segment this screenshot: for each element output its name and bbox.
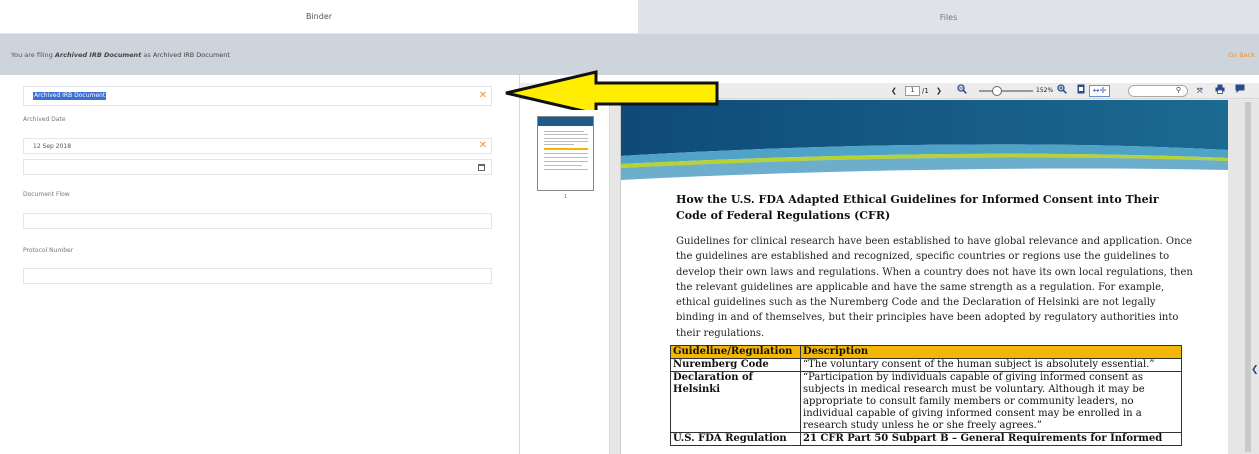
table-cell: “The voluntary consent of the human subj… <box>800 358 1182 372</box>
protocol-number-label: Protocol Number <box>23 247 74 254</box>
app-root: Binder Files You are filing Archived IRB… <box>0 0 1259 454</box>
filing-message: You are filing Archived IRB Document as … <box>11 51 230 59</box>
thumbnail-line <box>544 131 584 132</box>
archived-date-label: Archived Date <box>23 116 66 123</box>
thumbnail-header <box>538 117 593 126</box>
thumbnail-line <box>544 144 574 145</box>
page-header-banner <box>621 100 1228 185</box>
archived-date-value: 12 Sep 2018 <box>33 143 72 150</box>
thumbnail-line <box>544 157 588 158</box>
document-flow-label: Document Flow <box>23 191 70 198</box>
annotation-arrow-icon <box>505 70 719 110</box>
thumbnail-line <box>544 138 588 139</box>
document-type-value: Archived IRB Document <box>33 92 107 100</box>
filing-bar: You are filing Archived IRB Document as … <box>0 34 1259 75</box>
tab-bar: Binder Files <box>0 0 1259 34</box>
document-paragraph: Guidelines for clinical research have be… <box>676 236 1193 339</box>
table-cell: “Participation by individuals capable of… <box>800 371 1182 433</box>
vertical-scrollbar[interactable] <box>1245 102 1251 452</box>
thumbnail-table-header <box>544 148 588 150</box>
table-header-row: Guideline/Regulation Description <box>670 345 1182 359</box>
document-type-field[interactable]: Archived IRB Document ✕ <box>23 86 492 106</box>
comment-icon[interactable] <box>1235 84 1245 99</box>
filing-document-name: Archived IRB Document <box>54 51 142 59</box>
zoom-out-icon[interactable] <box>957 84 967 99</box>
zoom-level: 152% <box>1036 87 1054 94</box>
zoom-slider-track[interactable] <box>979 90 1033 92</box>
fullscreen-icon[interactable]: ⤧ <box>1197 84 1203 98</box>
table-row: Declaration of Helsinki “Participation b… <box>670 371 1182 433</box>
search-icon[interactable]: ⚲ <box>1176 86 1181 94</box>
clear-x-icon[interactable]: ✕ <box>479 90 487 102</box>
collapse-chevron-icon[interactable]: ❮ <box>1251 365 1259 379</box>
document-page: How the U.S. FDA Adapted Ethical Guideli… <box>620 100 1228 454</box>
page-total: /1 <box>922 87 929 95</box>
page-number-input[interactable]: 1 <box>905 86 920 96</box>
thumbnail-line <box>544 134 588 135</box>
search-input[interactable]: ⚲ <box>1128 85 1188 97</box>
archived-date-field[interactable]: 12 Sep 2018 ✕ <box>23 138 492 154</box>
table-row: Nuremberg Code “The voluntary consent of… <box>670 358 1182 372</box>
table-cell: U.S. FDA Regulation <box>670 432 801 446</box>
table-header-cell: Description <box>800 345 1182 359</box>
thumbnail-line <box>544 161 588 162</box>
protocol-number-field[interactable] <box>23 268 492 284</box>
thumbnail-line <box>544 141 588 142</box>
tab-binder-label: Binder <box>305 12 333 21</box>
filing-as-word: as <box>143 51 151 59</box>
document-title: How the U.S. FDA Adapted Ethical Guideli… <box>676 193 1159 222</box>
table-cell: Nuremberg Code <box>670 358 801 372</box>
calendar-icon[interactable] <box>478 164 485 171</box>
thumbnail-line <box>544 153 588 154</box>
tab-binder[interactable]: Binder <box>0 0 638 34</box>
table-row: U.S. FDA Regulation 21 CFR Part 50 Subpa… <box>670 432 1182 446</box>
thumbnail-page-number: 1 <box>564 194 568 200</box>
clear-x-icon[interactable]: ✕ <box>479 140 487 152</box>
zoom-in-icon[interactable] <box>1057 84 1067 99</box>
table-cell: 21 CFR Part 50 Subpart B – General Requi… <box>800 432 1182 446</box>
filing-target-type: Archived IRB Document <box>152 51 230 59</box>
fit-width-icon[interactable]: ↔✛ <box>1089 85 1110 97</box>
tab-files[interactable]: Files <box>638 0 1259 34</box>
zoom-slider-handle[interactable] <box>992 86 1002 96</box>
date-picker-input[interactable] <box>23 159 492 175</box>
thumbnail-line <box>544 165 582 166</box>
thumbnail-line <box>544 169 588 170</box>
next-page-icon[interactable]: ❯ <box>936 84 942 98</box>
page-thumbnail[interactable] <box>537 116 594 191</box>
document-viewer: ❮ 1 /1 ❯ 152% ↔✛ ⚲ ⤧ 1 How the U.S. FDA … <box>520 83 1259 454</box>
table-header-cell: Guideline/Regulation <box>670 345 801 359</box>
page-fit-icon[interactable] <box>1077 84 1085 99</box>
print-icon[interactable] <box>1215 84 1225 99</box>
filing-prefix: You are filing <box>11 51 53 59</box>
go-back-link[interactable]: Go Back <box>1228 51 1255 59</box>
tab-files-label: Files <box>939 12 958 22</box>
filing-form: Archived IRB Document ✕ Archived Date 12… <box>0 75 516 454</box>
table-cell: Declaration of Helsinki <box>670 371 801 433</box>
guideline-table: Guideline/Regulation Description Nurembe… <box>670 345 1182 446</box>
document-flow-field[interactable] <box>23 213 492 229</box>
prev-page-icon[interactable]: ❮ <box>891 84 897 98</box>
thumbnail-pane: 1 <box>520 100 610 454</box>
page-area: How the U.S. FDA Adapted Ethical Guideli… <box>611 100 1259 454</box>
